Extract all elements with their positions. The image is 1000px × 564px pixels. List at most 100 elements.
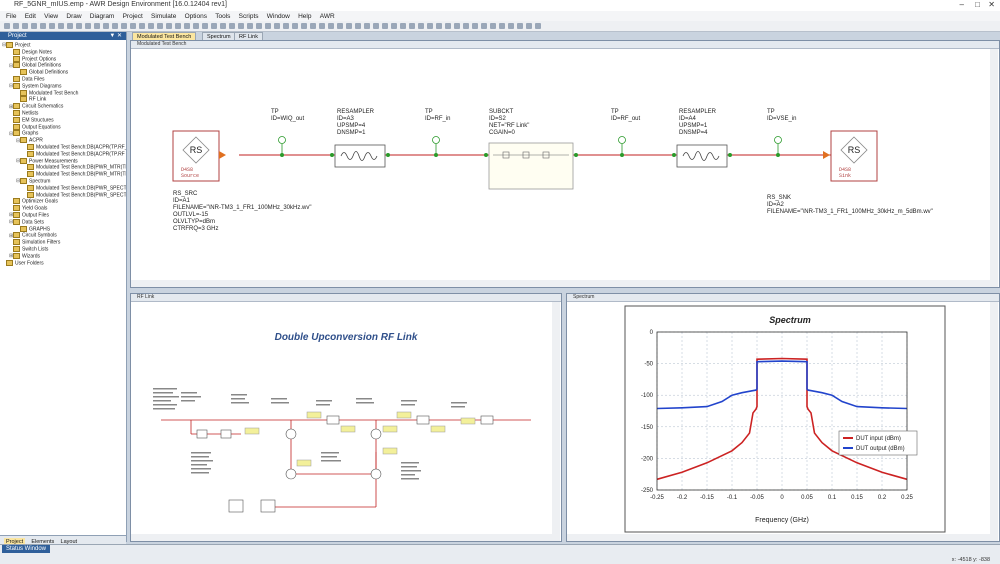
tree-item[interactable]: ⊟ Spectrum — [16, 178, 50, 185]
toolbar-button-icon[interactable] — [526, 23, 532, 29]
tree-item[interactable]: Data Files — [9, 76, 45, 83]
maximize-button[interactable]: □ — [975, 0, 980, 9]
resampler-a4[interactable]: RESAMPLER ID=A4 UPSMP=1 DNSMP=4 — [672, 109, 732, 168]
toolbar-button-icon[interactable] — [58, 23, 64, 29]
tree-item[interactable]: ⊟ Data Sets — [9, 218, 44, 226]
toolbar-button-icon[interactable] — [220, 23, 226, 29]
toolbar-button-icon[interactable] — [193, 23, 199, 29]
toolbar-button-icon[interactable] — [256, 23, 262, 29]
rs-source-block[interactable]: RS D4S8 Source — [172, 130, 226, 182]
status-window-tab[interactable]: Status Window — [2, 545, 51, 553]
rs-sink-block[interactable]: RS D4S8 Sink — [823, 130, 878, 182]
toolbar-button-icon[interactable] — [13, 23, 19, 29]
toolbar-button-icon[interactable] — [211, 23, 217, 29]
toolbar-button-icon[interactable] — [490, 23, 496, 29]
toolbar-button-icon[interactable] — [292, 23, 298, 29]
toolbar-button-icon[interactable] — [94, 23, 100, 29]
toolbar-button-icon[interactable] — [184, 23, 190, 29]
spectrum-horizontal-scrollbar[interactable] — [567, 534, 990, 541]
toolbar-button-icon[interactable] — [103, 23, 109, 29]
tp-wiq-out[interactable]: TP ID=WIQ_out — [271, 109, 305, 157]
toolbar-button-icon[interactable] — [175, 23, 181, 29]
toolbar-button-icon[interactable] — [391, 23, 397, 29]
toolbar-button-icon[interactable] — [67, 23, 73, 29]
tree-item[interactable]: Modulated Test Bench — [16, 89, 78, 97]
rf-link-horizontal-scrollbar[interactable] — [131, 534, 552, 541]
toolbar-button-icon[interactable] — [247, 23, 253, 29]
toolbar-button-icon[interactable] — [301, 23, 307, 29]
tree-item[interactable]: Netlists — [9, 110, 38, 117]
pin-close-icon[interactable]: ▼ ✕ — [109, 32, 122, 40]
toolbar-button-icon[interactable] — [130, 23, 136, 29]
tree-item[interactable]: Modulated Test Bench:DB(ACPR(TP.RF — [23, 150, 125, 158]
tree-item[interactable]: ⊟ System Diagrams — [9, 82, 61, 90]
tree-item[interactable]: ⊞ Circuit Symbols — [9, 232, 57, 239]
toolbar-button-icon[interactable] — [400, 23, 406, 29]
toolbar-button-icon[interactable] — [418, 23, 424, 29]
toolbar-button-icon[interactable] — [157, 23, 163, 29]
toolbar-button-icon[interactable] — [283, 23, 289, 29]
tree-item[interactable]: Global Definitions — [16, 69, 68, 76]
tree-item[interactable]: Yield Goals — [9, 205, 47, 212]
toolbar-button-icon[interactable] — [238, 23, 244, 29]
minimize-button[interactable]: – — [960, 0, 964, 9]
tree-item[interactable]: Modulated Test Bench:DB(ACPR(TP.RF_ — [23, 144, 126, 151]
close-button[interactable]: ✕ — [988, 0, 995, 9]
toolbar-button-icon[interactable] — [454, 23, 460, 29]
tree-item[interactable]: ⊞ Output Files — [9, 212, 49, 219]
toolbar-button-icon[interactable] — [328, 23, 334, 29]
resampler-a3[interactable]: RESAMPLER ID=A3 UPSMP=4 DNSMP=1 — [330, 109, 390, 168]
toolbar-button-icon[interactable] — [508, 23, 514, 29]
tree-item[interactable]: ⊞ Wizards — [9, 252, 40, 260]
toolbar-button-icon[interactable] — [166, 23, 172, 29]
tree-item[interactable]: Modulated Test Bench:DB(PWR_MTR(TP — [23, 171, 126, 178]
tp-rf-out[interactable]: TP ID=RF_out — [611, 109, 641, 157]
toolbar-button-icon[interactable] — [445, 23, 451, 29]
tree-item[interactable]: ⊞ Circuit Schematics — [9, 103, 63, 110]
tree-item[interactable]: Output Equations — [9, 123, 61, 131]
bench-horizontal-scrollbar[interactable] — [131, 280, 990, 287]
tree-item[interactable]: Optimizer Goals — [9, 198, 58, 205]
tp-vse-in[interactable]: TP ID=VSE_in — [767, 109, 797, 157]
toolbar-button-icon[interactable] — [373, 23, 379, 29]
toolbar-button-icon[interactable] — [481, 23, 487, 29]
toolbar-button-icon[interactable] — [535, 23, 541, 29]
toolbar-button-icon[interactable] — [337, 23, 343, 29]
toolbar-button-icon[interactable] — [148, 23, 154, 29]
tree-item[interactable]: Modulated Test Bench:DB(PWR_MTR(TP — [23, 164, 126, 171]
toolbar-button-icon[interactable] — [427, 23, 433, 29]
toolbar-button-icon[interactable] — [139, 23, 145, 29]
tree-item[interactable]: User Folders — [2, 259, 44, 267]
tree-item[interactable]: Simulation Filters — [9, 239, 60, 246]
toolbar-button-icon[interactable] — [355, 23, 361, 29]
bench-vertical-scrollbar[interactable] — [990, 49, 998, 287]
tree-item[interactable]: ⊟ Graphs — [9, 130, 38, 137]
toolbar-button-icon[interactable] — [121, 23, 127, 29]
toolbar-button-icon[interactable] — [265, 23, 271, 29]
subckt-rf-link[interactable]: SUBCKT ID=S2 NET="RF Link" CGAIN=0 — [484, 109, 578, 190]
toolbar-button-icon[interactable] — [319, 23, 325, 29]
tree-item[interactable]: ⊟ ACPR — [16, 137, 43, 144]
toolbar-button-icon[interactable] — [85, 23, 91, 29]
toolbar-button-icon[interactable] — [436, 23, 442, 29]
tp-rf-in[interactable]: TP ID=RF_in — [425, 109, 451, 157]
toolbar-button-icon[interactable] — [229, 23, 235, 29]
toolbar-button-icon[interactable] — [31, 23, 37, 29]
toolbar-button-icon[interactable] — [274, 23, 280, 29]
tree-item[interactable]: ⊟ Project — [2, 42, 31, 49]
tree-item[interactable]: GRAPHS — [16, 225, 50, 233]
tree-item[interactable]: Modulated Test Bench:DB(PWR_SPECT — [23, 191, 126, 199]
tree-item[interactable]: Design Notes — [9, 48, 52, 56]
toolbar-button-icon[interactable] — [409, 23, 415, 29]
tree-item[interactable]: ⊟ Global Definitions — [9, 62, 61, 69]
rf-link-vertical-scrollbar[interactable] — [552, 302, 560, 541]
toolbar-button-icon[interactable] — [202, 23, 208, 29]
toolbar-button-icon[interactable] — [472, 23, 478, 29]
toolbar-button-icon[interactable] — [310, 23, 316, 29]
toolbar-button-icon[interactable] — [4, 23, 10, 29]
toolbar-button-icon[interactable] — [364, 23, 370, 29]
toolbar-button-icon[interactable] — [499, 23, 505, 29]
tree-item[interactable]: Modulated Test Bench:DB(PWR_SPECT — [23, 184, 126, 192]
toolbar-button-icon[interactable] — [382, 23, 388, 29]
toolbar-button-icon[interactable] — [22, 23, 28, 29]
